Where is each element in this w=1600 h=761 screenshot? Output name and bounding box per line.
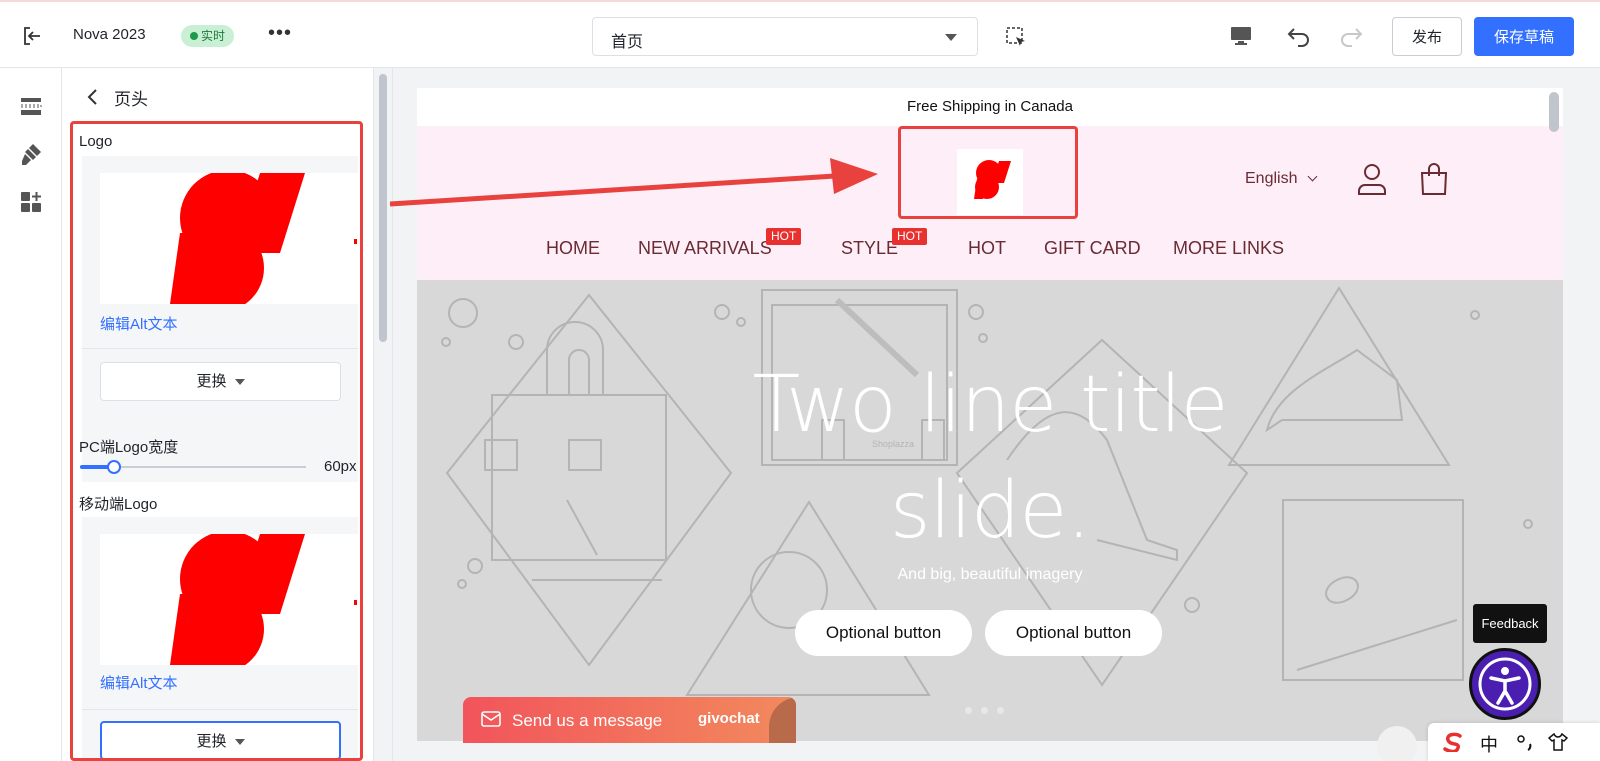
back-arrow-icon[interactable] — [84, 88, 102, 106]
mail-icon — [481, 711, 501, 727]
hero-subtitle: And big, beautiful imagery — [897, 566, 1083, 583]
slide-dot[interactable] — [981, 707, 988, 714]
nav-item-home[interactable]: HOME — [546, 238, 600, 259]
store-name: Nova 2023 — [73, 26, 146, 43]
ime-language-toggle[interactable]: 中 — [1480, 731, 1498, 757]
apps-icon[interactable] — [19, 190, 43, 214]
publish-button[interactable]: 发布 — [1392, 17, 1462, 56]
language-selector[interactable]: English — [1245, 170, 1318, 188]
redo-icon[interactable] — [1338, 23, 1364, 49]
more-options-icon[interactable]: ••• — [268, 22, 292, 45]
theme-brush-icon[interactable] — [19, 142, 43, 166]
highlight-annotation-box — [70, 121, 363, 761]
account-icon[interactable] — [1357, 163, 1387, 195]
accessibility-icon — [1478, 657, 1532, 711]
slide-dot[interactable] — [965, 707, 972, 714]
annotation-arrow — [390, 158, 878, 207]
pc-logo-width-slider[interactable] — [80, 460, 306, 474]
hot-badge: HOT — [892, 228, 928, 245]
hero-slideshow[interactable]: Shoplazza Two line title slide. And big,… — [417, 280, 1563, 741]
nav-item-new-arrivals[interactable]: NEW ARRIVALS — [638, 238, 772, 259]
undo-icon[interactable] — [1286, 23, 1312, 49]
live-dot-icon — [190, 32, 198, 40]
chat-brand-logo: givochat — [698, 710, 760, 727]
hero-title-line1: Two line title — [752, 360, 1228, 450]
hero-title-line2: slide. — [889, 466, 1091, 556]
hot-badge: HOT — [766, 228, 802, 245]
store-logo[interactable] — [957, 149, 1023, 215]
chevron-down-icon — [1308, 171, 1318, 182]
select-element-icon[interactable] — [1005, 26, 1027, 48]
desktop-view-icon[interactable] — [1230, 26, 1252, 46]
scroll-top-button[interactable] — [1377, 726, 1417, 761]
top-bar: Nova 2023 实时 ••• 首页 发布 保存草稿 — [0, 0, 1600, 68]
panel-title: 页头 — [114, 90, 148, 109]
live-badge-label: 实时 — [201, 29, 226, 43]
ime-logo-icon[interactable] — [1442, 732, 1464, 752]
cart-icon[interactable] — [1419, 162, 1449, 195]
accessibility-button[interactable] — [1469, 648, 1541, 720]
page-selector-value: 首页 — [611, 34, 644, 51]
preview-scrollbar-thumb[interactable] — [1549, 92, 1559, 132]
nav-item-hot[interactable]: HOT — [968, 238, 1006, 259]
chat-label: Send us a message — [512, 711, 663, 730]
punctuation-icon[interactable] — [1516, 734, 1534, 752]
nav-item-more-links[interactable]: MORE LINKS — [1173, 238, 1284, 259]
skin-shirt-icon[interactable] — [1548, 733, 1568, 751]
sections-icon[interactable] — [19, 94, 43, 118]
main-navigation: HOME NEW ARRIVALS HOT STYLE HOT HOT GIFT… — [417, 228, 1563, 268]
hero-button-2[interactable]: Optional button — [985, 610, 1162, 656]
announcement-bar[interactable]: Free Shipping in Canada — [417, 88, 1563, 126]
hero-title: Two line title slide. — [417, 352, 1563, 564]
chat-corner-decoration — [769, 697, 796, 743]
slide-dot[interactable] — [997, 707, 1004, 714]
settings-panel: 页头 Logo 编辑Alt文本 更换 PC端Logo宽度 移动端Logo 编辑A… — [62, 68, 373, 761]
pc-logo-width-value: 60px — [324, 458, 357, 475]
feedback-button[interactable]: Feedback — [1473, 604, 1547, 643]
left-rail — [0, 68, 62, 761]
nav-item-gift-card[interactable]: GIFT CARD — [1044, 238, 1141, 259]
page-selector[interactable]: 首页 — [592, 17, 978, 56]
exit-icon[interactable] — [20, 24, 44, 48]
save-draft-button[interactable]: 保存草稿 — [1474, 17, 1574, 56]
language-label: English — [1245, 170, 1298, 187]
chat-widget[interactable]: Send us a message givochat — [463, 697, 796, 743]
logo-s-mark — [974, 160, 1011, 199]
slider-handle[interactable] — [106, 460, 121, 474]
scrollbar-thumb[interactable] — [379, 74, 387, 342]
slide-dots — [965, 701, 1013, 719]
hero-button-1[interactable]: Optional button — [795, 610, 972, 656]
chevron-down-icon — [945, 34, 957, 41]
live-status-badge: 实时 — [181, 25, 235, 47]
header-logo-highlight — [898, 126, 1078, 219]
ime-toolbar: 中 — [1428, 723, 1600, 761]
nav-item-style[interactable]: STYLE — [841, 238, 898, 259]
